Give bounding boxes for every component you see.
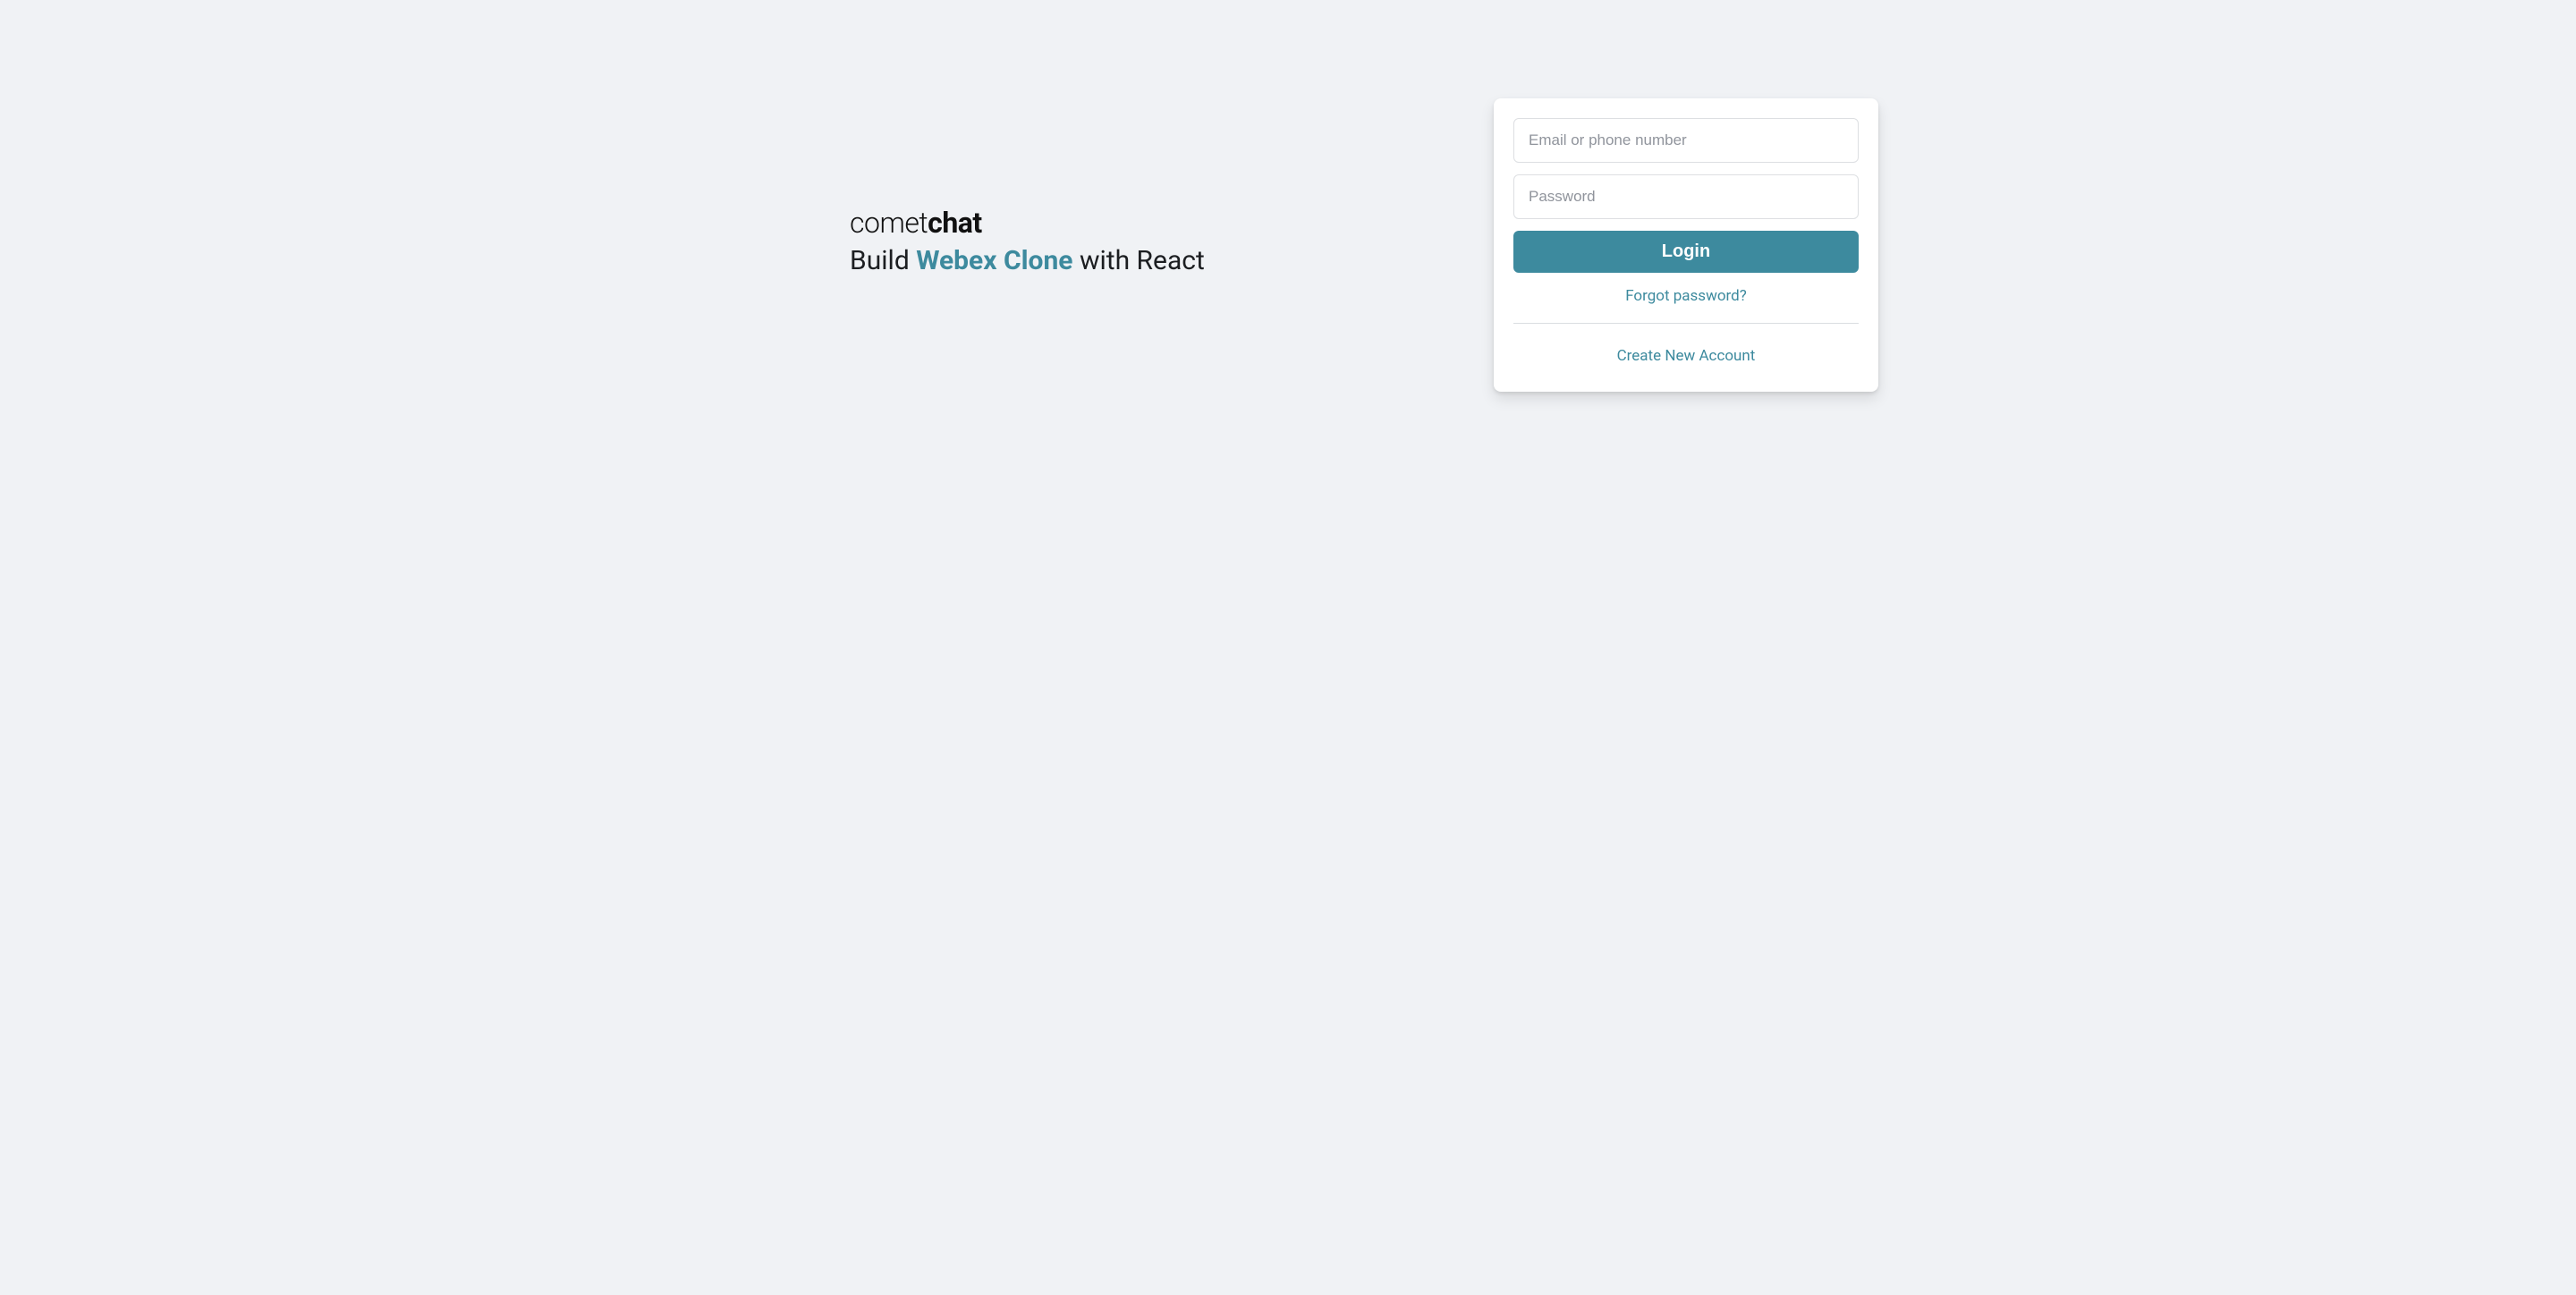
tagline-highlight: Webex Clone (916, 245, 1072, 276)
email-field[interactable] (1513, 118, 1859, 163)
logo-prefix: comet (850, 206, 928, 240)
tagline-suffix: with React (1073, 245, 1205, 276)
branding-section: cometchat Build Webex Clone with React (698, 98, 1333, 278)
logo-suffix: chat (928, 206, 982, 240)
logo: cometchat (850, 206, 1333, 240)
divider (1513, 323, 1859, 324)
create-account-link[interactable]: Create New Account (1513, 347, 1859, 372)
password-field[interactable] (1513, 174, 1859, 219)
tagline-prefix: Build (850, 245, 916, 276)
form-section: Login Forgot password? Create New Accoun… (1494, 98, 1878, 392)
forgot-password-link[interactable]: Forgot password? (1513, 287, 1859, 305)
tagline: Build Webex Clone with React (850, 243, 1333, 278)
login-card: Login Forgot password? Create New Accoun… (1494, 98, 1878, 392)
main-container: cometchat Build Webex Clone with React L… (662, 98, 1914, 392)
login-button[interactable]: Login (1513, 231, 1859, 273)
